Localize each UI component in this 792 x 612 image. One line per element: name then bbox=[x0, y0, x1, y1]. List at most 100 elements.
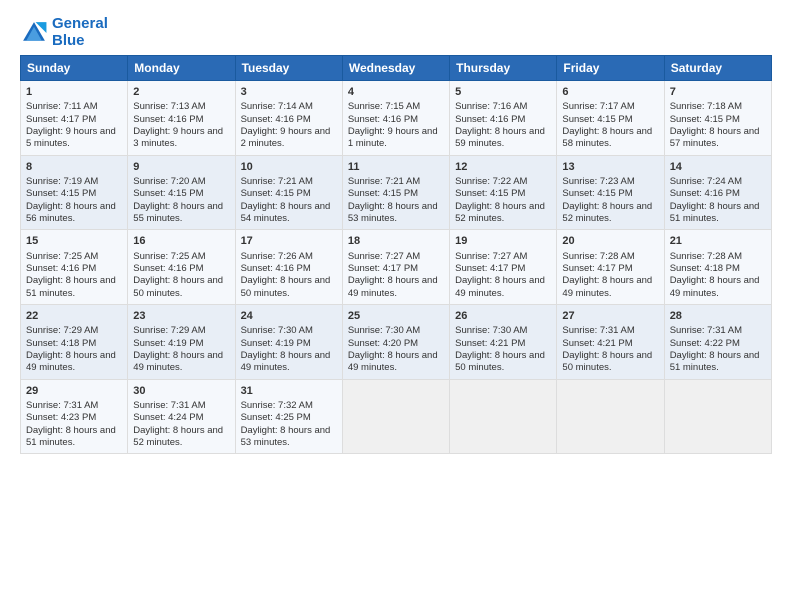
header-row: SundayMondayTuesdayWednesdayThursdayFrid… bbox=[21, 56, 772, 81]
day-number: 10 bbox=[241, 160, 337, 174]
day-number: 15 bbox=[26, 234, 122, 248]
sunrise-label: Sunrise: 7:11 AM bbox=[26, 101, 98, 112]
sunrise-label: Sunrise: 7:15 AM bbox=[348, 101, 420, 112]
day-number: 19 bbox=[455, 234, 551, 248]
daylight-label: Daylight: 8 hours and 49 minutes. bbox=[26, 350, 116, 373]
sunset-label: Sunset: 4:25 PM bbox=[241, 412, 311, 423]
daylight-label: Daylight: 8 hours and 49 minutes. bbox=[348, 350, 438, 373]
day-cell: 2Sunrise: 7:13 AMSunset: 4:16 PMDaylight… bbox=[128, 81, 235, 156]
daylight-label: Daylight: 8 hours and 57 minutes. bbox=[670, 126, 760, 149]
day-cell: 17Sunrise: 7:26 AMSunset: 4:16 PMDayligh… bbox=[235, 230, 342, 305]
daylight-label: Daylight: 8 hours and 51 minutes. bbox=[26, 425, 116, 448]
sunset-label: Sunset: 4:16 PM bbox=[26, 263, 96, 274]
sunrise-label: Sunrise: 7:26 AM bbox=[241, 251, 313, 262]
sunset-label: Sunset: 4:15 PM bbox=[562, 114, 632, 125]
sunrise-label: Sunrise: 7:31 AM bbox=[133, 400, 205, 411]
day-number: 31 bbox=[241, 384, 337, 398]
day-cell: 8Sunrise: 7:19 AMSunset: 4:15 PMDaylight… bbox=[21, 155, 128, 230]
day-cell bbox=[450, 379, 557, 454]
sunset-label: Sunset: 4:17 PM bbox=[26, 114, 96, 125]
sunrise-label: Sunrise: 7:23 AM bbox=[562, 176, 634, 187]
day-number: 17 bbox=[241, 234, 337, 248]
col-header-thursday: Thursday bbox=[450, 56, 557, 81]
sunset-label: Sunset: 4:17 PM bbox=[348, 263, 418, 274]
logo-icon bbox=[20, 19, 48, 47]
day-cell: 12Sunrise: 7:22 AMSunset: 4:15 PMDayligh… bbox=[450, 155, 557, 230]
day-cell: 11Sunrise: 7:21 AMSunset: 4:15 PMDayligh… bbox=[342, 155, 449, 230]
sunrise-label: Sunrise: 7:30 AM bbox=[455, 325, 527, 336]
day-number: 12 bbox=[455, 160, 551, 174]
sunrise-label: Sunrise: 7:29 AM bbox=[26, 325, 98, 336]
daylight-label: Daylight: 8 hours and 55 minutes. bbox=[133, 201, 223, 224]
day-cell bbox=[557, 379, 664, 454]
day-cell: 23Sunrise: 7:29 AMSunset: 4:19 PMDayligh… bbox=[128, 305, 235, 380]
col-header-monday: Monday bbox=[128, 56, 235, 81]
sunrise-label: Sunrise: 7:32 AM bbox=[241, 400, 313, 411]
day-cell: 18Sunrise: 7:27 AMSunset: 4:17 PMDayligh… bbox=[342, 230, 449, 305]
day-number: 4 bbox=[348, 85, 444, 99]
day-cell: 9Sunrise: 7:20 AMSunset: 4:15 PMDaylight… bbox=[128, 155, 235, 230]
day-number: 30 bbox=[133, 384, 229, 398]
sunrise-label: Sunrise: 7:19 AM bbox=[26, 176, 98, 187]
day-cell: 1Sunrise: 7:11 AMSunset: 4:17 PMDaylight… bbox=[21, 81, 128, 156]
day-cell bbox=[664, 379, 771, 454]
sunset-label: Sunset: 4:16 PM bbox=[241, 114, 311, 125]
sunrise-label: Sunrise: 7:25 AM bbox=[133, 251, 205, 262]
day-number: 29 bbox=[26, 384, 122, 398]
sunrise-label: Sunrise: 7:13 AM bbox=[133, 101, 205, 112]
daylight-label: Daylight: 9 hours and 2 minutes. bbox=[241, 126, 331, 149]
daylight-label: Daylight: 8 hours and 51 minutes. bbox=[26, 275, 116, 298]
day-number: 23 bbox=[133, 309, 229, 323]
day-cell: 5Sunrise: 7:16 AMSunset: 4:16 PMDaylight… bbox=[450, 81, 557, 156]
sunrise-label: Sunrise: 7:28 AM bbox=[670, 251, 742, 262]
day-number: 7 bbox=[670, 85, 766, 99]
sunset-label: Sunset: 4:15 PM bbox=[348, 188, 418, 199]
sunrise-label: Sunrise: 7:21 AM bbox=[348, 176, 420, 187]
day-number: 11 bbox=[348, 160, 444, 174]
sunrise-label: Sunrise: 7:14 AM bbox=[241, 101, 313, 112]
sunset-label: Sunset: 4:19 PM bbox=[241, 338, 311, 349]
sunset-label: Sunset: 4:24 PM bbox=[133, 412, 203, 423]
day-number: 24 bbox=[241, 309, 337, 323]
daylight-label: Daylight: 8 hours and 59 minutes. bbox=[455, 126, 545, 149]
sunrise-label: Sunrise: 7:31 AM bbox=[670, 325, 742, 336]
day-number: 3 bbox=[241, 85, 337, 99]
daylight-label: Daylight: 8 hours and 49 minutes. bbox=[670, 275, 760, 298]
day-number: 2 bbox=[133, 85, 229, 99]
day-cell: 16Sunrise: 7:25 AMSunset: 4:16 PMDayligh… bbox=[128, 230, 235, 305]
page: General Blue SundayMondayTuesdayWednesda… bbox=[0, 0, 792, 612]
col-header-saturday: Saturday bbox=[664, 56, 771, 81]
daylight-label: Daylight: 8 hours and 50 minutes. bbox=[562, 350, 652, 373]
sunrise-label: Sunrise: 7:22 AM bbox=[455, 176, 527, 187]
sunrise-label: Sunrise: 7:27 AM bbox=[348, 251, 420, 262]
day-cell: 14Sunrise: 7:24 AMSunset: 4:16 PMDayligh… bbox=[664, 155, 771, 230]
sunrise-label: Sunrise: 7:31 AM bbox=[562, 325, 634, 336]
week-row-3: 15Sunrise: 7:25 AMSunset: 4:16 PMDayligh… bbox=[21, 230, 772, 305]
daylight-label: Daylight: 8 hours and 49 minutes. bbox=[455, 275, 545, 298]
day-number: 18 bbox=[348, 234, 444, 248]
daylight-label: Daylight: 9 hours and 5 minutes. bbox=[26, 126, 116, 149]
sunset-label: Sunset: 4:20 PM bbox=[348, 338, 418, 349]
sunset-label: Sunset: 4:15 PM bbox=[455, 188, 525, 199]
sunrise-label: Sunrise: 7:30 AM bbox=[241, 325, 313, 336]
sunset-label: Sunset: 4:15 PM bbox=[241, 188, 311, 199]
sunset-label: Sunset: 4:16 PM bbox=[133, 114, 203, 125]
sunset-label: Sunset: 4:15 PM bbox=[26, 188, 96, 199]
sunrise-label: Sunrise: 7:31 AM bbox=[26, 400, 98, 411]
sunrise-label: Sunrise: 7:17 AM bbox=[562, 101, 634, 112]
day-cell: 24Sunrise: 7:30 AMSunset: 4:19 PMDayligh… bbox=[235, 305, 342, 380]
day-cell: 22Sunrise: 7:29 AMSunset: 4:18 PMDayligh… bbox=[21, 305, 128, 380]
daylight-label: Daylight: 8 hours and 56 minutes. bbox=[26, 201, 116, 224]
day-cell: 26Sunrise: 7:30 AMSunset: 4:21 PMDayligh… bbox=[450, 305, 557, 380]
day-cell: 25Sunrise: 7:30 AMSunset: 4:20 PMDayligh… bbox=[342, 305, 449, 380]
sunrise-label: Sunrise: 7:18 AM bbox=[670, 101, 742, 112]
daylight-label: Daylight: 8 hours and 51 minutes. bbox=[670, 350, 760, 373]
day-number: 14 bbox=[670, 160, 766, 174]
day-number: 20 bbox=[562, 234, 658, 248]
sunset-label: Sunset: 4:15 PM bbox=[133, 188, 203, 199]
sunrise-label: Sunrise: 7:20 AM bbox=[133, 176, 205, 187]
day-cell: 29Sunrise: 7:31 AMSunset: 4:23 PMDayligh… bbox=[21, 379, 128, 454]
sunset-label: Sunset: 4:16 PM bbox=[455, 114, 525, 125]
day-cell: 13Sunrise: 7:23 AMSunset: 4:15 PMDayligh… bbox=[557, 155, 664, 230]
sunrise-label: Sunrise: 7:27 AM bbox=[455, 251, 527, 262]
